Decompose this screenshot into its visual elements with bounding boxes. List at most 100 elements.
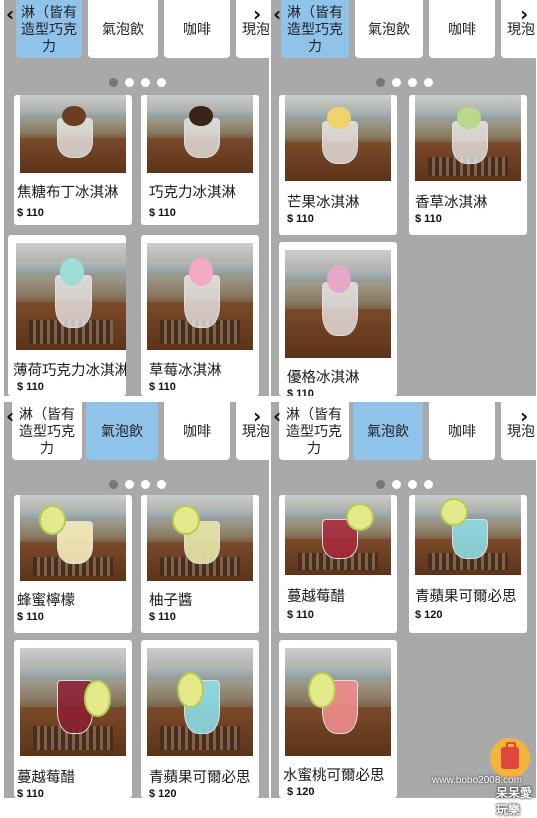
chevron-left-icon[interactable]: ‹ (273, 4, 287, 24)
item-photo (147, 648, 253, 756)
menu-item-card[interactable]: 芒果冰淇淋 $ 110 (279, 95, 397, 235)
page-indicator (4, 480, 269, 492)
page-dot[interactable] (408, 480, 417, 489)
menu-item-card[interactable]: 青蘋果可爾必思 $ 120 (409, 495, 527, 633)
menu-item-card[interactable]: 水蜜桃可爾必思 $ 120 (279, 640, 397, 798)
watermark-brand: 呆呆愛玩樂 (496, 786, 533, 817)
menu-item-card[interactable]: 蜂蜜檸檬 $ 110 (14, 495, 132, 633)
page-dot[interactable] (141, 78, 150, 87)
item-name: 香草冰淇淋 (415, 195, 488, 211)
item-photo (415, 95, 521, 181)
menu-item-card[interactable]: 柚子醬 $ 110 (141, 495, 259, 633)
category-tabbar: 淋（皆有造型巧克力 氣泡飲 咖啡 現泡 ‹ › (4, 0, 269, 62)
tab-label: 咖啡 (183, 20, 211, 37)
item-photo (285, 95, 391, 181)
page-dot[interactable] (408, 78, 417, 87)
menu-item-card[interactable]: 薄荷巧克力冰淇淋 $ 110 (8, 235, 126, 396)
item-price: $ 110 (287, 388, 314, 396)
page-dot[interactable] (109, 480, 118, 489)
chevron-right-icon[interactable]: › (520, 4, 534, 24)
menu-item-card[interactable]: 優格冰淇淋 $ 110 (279, 242, 397, 396)
page-dot[interactable] (125, 78, 134, 87)
tab-coffee[interactable]: 咖啡 (164, 402, 230, 460)
menu-item-card[interactable]: 巧克力冰淇淋 $ 110 (141, 95, 259, 225)
menu-item-card[interactable]: 蔓越莓醋 $ 110 (279, 495, 397, 633)
chevron-left-icon[interactable]: ‹ (6, 4, 20, 24)
tab-label: 氣泡飲 (101, 422, 143, 439)
page-dot[interactable] (392, 480, 401, 489)
menu-panel-dessert-2: 淋（皆有造型巧克力 氣泡飲 咖啡 現泡 ‹ › 芒果冰淇淋 $ 110 香草冰淇… (271, 0, 536, 396)
item-photo (20, 648, 126, 756)
tab-dessert[interactable]: 淋（皆有造型巧克力 (279, 402, 349, 460)
item-name: 草莓冰淇淋 (149, 363, 222, 379)
page-dot[interactable] (157, 480, 166, 489)
item-price: $ 110 (149, 611, 176, 623)
page-dot[interactable] (157, 78, 166, 87)
tab-coffee[interactable]: 咖啡 (164, 0, 230, 58)
page-dot[interactable] (376, 78, 385, 87)
item-photo (20, 95, 126, 173)
chevron-right-icon[interactable]: › (253, 406, 267, 426)
item-price: $ 110 (149, 207, 176, 219)
tab-label: 淋（皆有造型巧克力 (287, 3, 343, 54)
page-dot[interactable] (376, 480, 385, 489)
menu-item-card[interactable]: 蔓越莓醋 $ 110 (14, 640, 132, 798)
page-dot[interactable] (424, 480, 433, 489)
item-price: $ 120 (415, 609, 443, 621)
tab-label: 淋（皆有造型巧克力 (21, 3, 77, 54)
tab-label: 咖啡 (448, 422, 476, 439)
item-photo (20, 495, 126, 581)
page-dot[interactable] (392, 78, 401, 87)
item-price: $ 110 (17, 611, 44, 623)
page-dot[interactable] (125, 480, 134, 489)
item-name: 柚子醬 (149, 593, 193, 609)
page-dot[interactable] (141, 480, 150, 489)
page-dot[interactable] (424, 78, 433, 87)
tab-label: 咖啡 (183, 422, 211, 439)
menu-panel-soda-2: 淋（皆有造型巧克力 氣泡飲 咖啡 現泡 ‹ › 蔓越莓醋 $ 110 青蘋果可爾… (271, 402, 536, 798)
menu-item-card[interactable]: 香草冰淇淋 $ 110 (409, 95, 527, 235)
item-name: 蔓越莓醋 (17, 770, 75, 786)
tab-label: 咖啡 (448, 20, 476, 37)
menu-panel-dessert-1: 淋（皆有造型巧克力 氣泡飲 咖啡 現泡 ‹ › 焦糖布丁冰淇淋 $ 110 巧克… (4, 0, 269, 396)
tab-label: 氣泡飲 (367, 422, 409, 439)
item-name: 青蘋果可爾必思 (415, 589, 517, 605)
tab-soda[interactable]: 氣泡飲 (355, 0, 423, 58)
item-name: 焦糖布丁冰淇淋 (17, 185, 119, 201)
tab-soda[interactable]: 氣泡飲 (88, 0, 158, 58)
chevron-left-icon[interactable]: ‹ (6, 406, 20, 426)
tab-label: 淋（皆有造型巧克力 (286, 405, 342, 456)
item-photo (147, 243, 253, 350)
tab-label: 氣泡飲 (368, 20, 410, 37)
item-photo (285, 250, 391, 358)
tab-coffee[interactable]: 咖啡 (429, 402, 495, 460)
tab-label: 淋（皆有造型巧克力 (19, 405, 75, 456)
item-photo (147, 95, 253, 173)
tab-dessert[interactable]: 淋（皆有造型巧克力 (16, 0, 82, 58)
item-photo (285, 495, 391, 575)
menu-item-card[interactable]: 青蘋果可爾必思 $ 120 (141, 640, 259, 798)
tab-coffee[interactable]: 咖啡 (429, 0, 495, 58)
chevron-right-icon[interactable]: › (520, 406, 534, 426)
category-tabbar: 淋（皆有造型巧克力 氣泡飲 咖啡 現泡 ‹ › (4, 402, 269, 464)
chevron-right-icon[interactable]: › (253, 4, 267, 24)
item-name: 巧克力冰淇淋 (149, 185, 236, 201)
tab-soda[interactable]: 氣泡飲 (353, 402, 423, 460)
item-price: $ 110 (149, 381, 176, 393)
menu-item-card[interactable]: 草莓冰淇淋 $ 110 (141, 235, 259, 396)
item-name: 青蘋果可爾必思 (149, 770, 251, 786)
menu-panel-soda-1: 淋（皆有造型巧克力 氣泡飲 咖啡 現泡 ‹ › 蜂蜜檸檬 $ 110 柚子醬 $… (4, 402, 269, 798)
chevron-left-icon[interactable]: ‹ (273, 406, 287, 426)
item-name: 蜂蜜檸檬 (17, 593, 75, 609)
page-indicator (4, 78, 269, 90)
tab-dessert[interactable]: 淋（皆有造型巧克力 (281, 0, 349, 58)
tab-soda[interactable]: 氣泡飲 (86, 402, 158, 460)
category-tabbar: 淋（皆有造型巧克力 氣泡飲 咖啡 現泡 ‹ › (271, 402, 536, 464)
menu-item-card[interactable]: 焦糖布丁冰淇淋 $ 110 (14, 95, 132, 225)
tab-dessert[interactable]: 淋（皆有造型巧克力 (12, 402, 82, 460)
page-dot[interactable] (109, 78, 118, 87)
suitcase-icon[interactable] (490, 738, 530, 778)
item-price: $ 110 (17, 788, 44, 798)
tab-label: 氣泡飲 (102, 20, 144, 37)
item-price: $ 110 (17, 381, 44, 393)
